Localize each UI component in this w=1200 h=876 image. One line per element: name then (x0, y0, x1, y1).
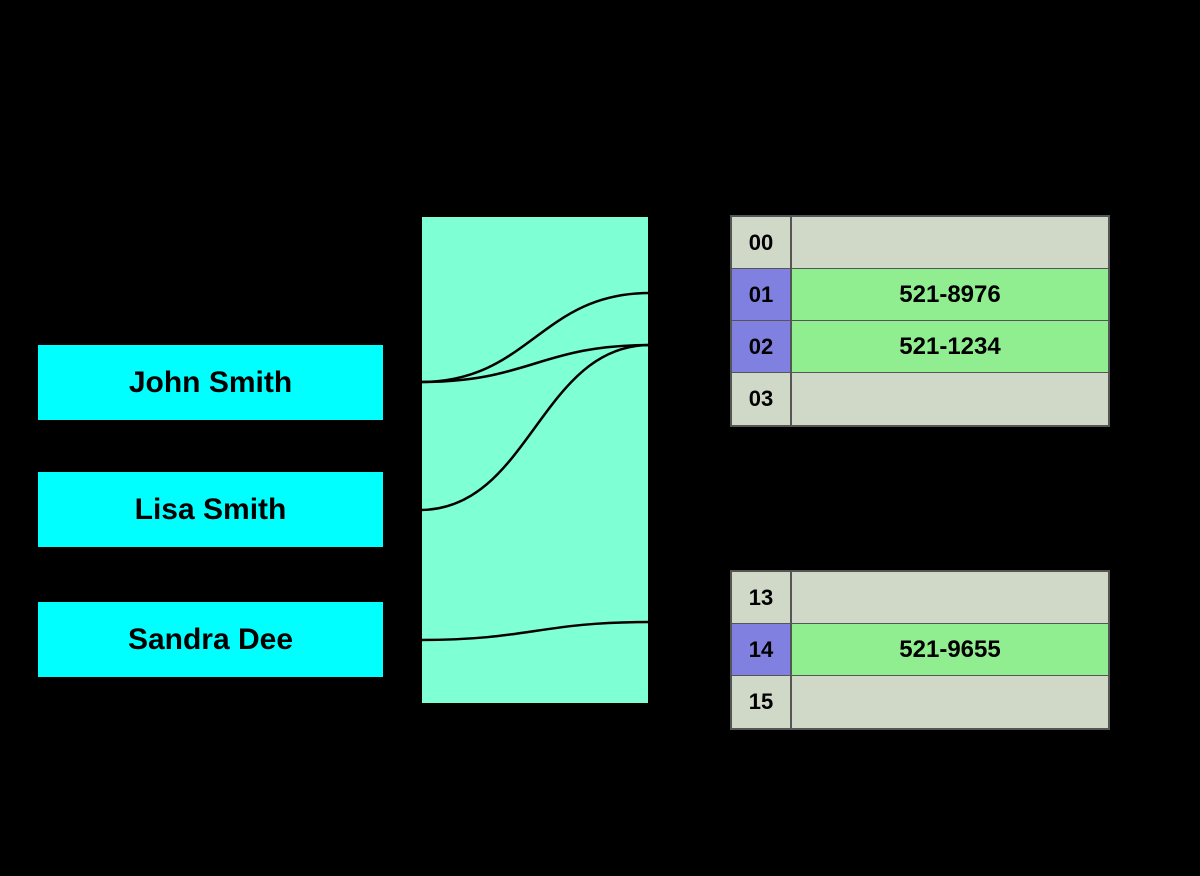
person-lisa-label: Lisa Smith (135, 493, 287, 527)
diagram-container: John Smith Lisa Smith Sandra Dee 00 01 5… (0, 0, 1200, 876)
table-row: 02 521-1234 (732, 321, 1108, 373)
row-index-01: 01 (732, 269, 792, 320)
person-lisa-smith: Lisa Smith (36, 470, 385, 549)
table-row: 14 521-9655 (732, 624, 1108, 676)
row-index-02: 02 (732, 321, 792, 372)
row-value-15 (792, 676, 1108, 728)
person-sandra-dee: Sandra Dee (36, 600, 385, 679)
person-sandra-label: Sandra Dee (128, 623, 293, 657)
row-index-13: 13 (732, 572, 792, 623)
row-value-03 (792, 373, 1108, 425)
row-index-15: 15 (732, 676, 792, 728)
row-index-00: 00 (732, 217, 792, 268)
table-row: 00 (732, 217, 1108, 269)
row-index-03: 03 (732, 373, 792, 425)
row-value-01: 521-8976 (792, 269, 1108, 320)
table-row: 13 (732, 572, 1108, 624)
table-row: 15 (732, 676, 1108, 728)
phone-table-top: 00 01 521-8976 02 521-1234 03 (730, 215, 1110, 427)
person-john-smith: John Smith (36, 343, 385, 422)
phone-table-bottom: 13 14 521-9655 15 (730, 570, 1110, 730)
table-row: 03 (732, 373, 1108, 425)
row-value-00 (792, 217, 1108, 268)
person-john-label: John Smith (129, 366, 292, 400)
row-value-02: 521-1234 (792, 321, 1108, 372)
row-value-14: 521-9655 (792, 624, 1108, 675)
table-row: 01 521-8976 (732, 269, 1108, 321)
hash-table (420, 215, 650, 705)
row-value-13 (792, 572, 1108, 623)
row-index-14: 14 (732, 624, 792, 675)
